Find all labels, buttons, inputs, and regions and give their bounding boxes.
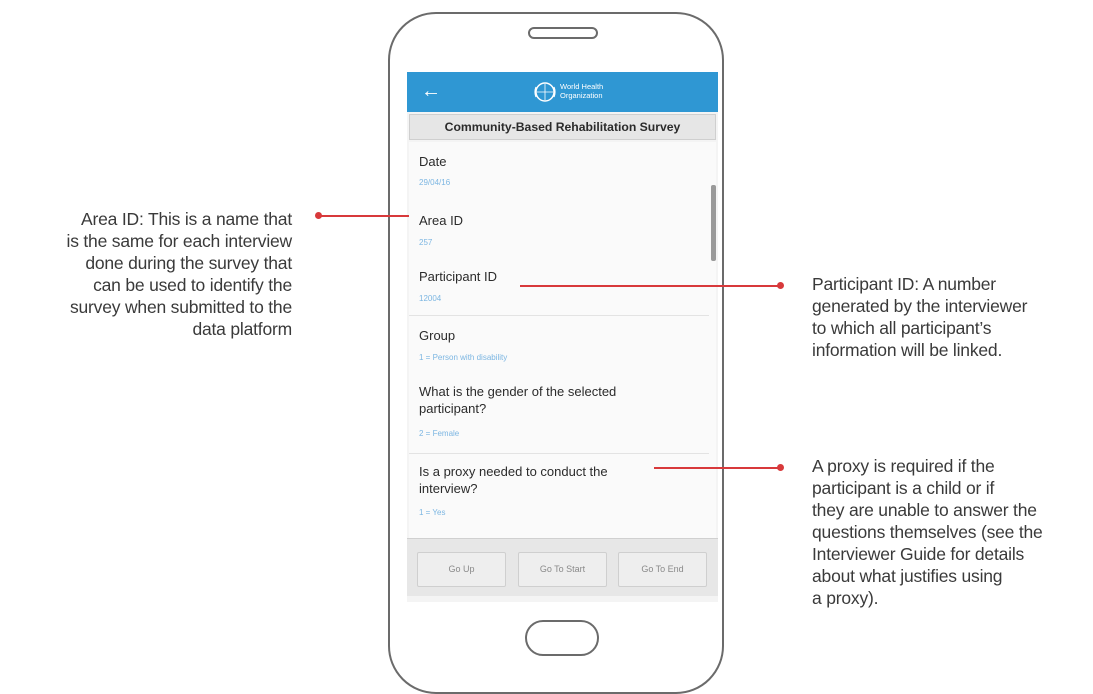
field-label: Date (419, 154, 447, 169)
go-up-button[interactable]: Go Up (417, 552, 506, 587)
field-label: participant? (419, 401, 487, 416)
field-value: 1 = Yes (419, 508, 446, 517)
participant-id-callout: Participant ID: A number generated by th… (812, 273, 1082, 361)
phone-speaker (528, 27, 598, 39)
callout-line: to which all participant’s (812, 318, 992, 338)
callout-connector (319, 215, 409, 217)
go-to-start-button[interactable]: Go To Start (518, 552, 607, 587)
callout-line: information will be linked. (812, 340, 1003, 360)
field-value: 29/04/16 (419, 178, 451, 187)
callout-line: can be used to identify the (93, 275, 292, 295)
field-label: interview? (419, 481, 478, 496)
field-gender[interactable]: What is the gender of the selected parti… (409, 370, 709, 446)
field-value: 1 = Person with disability (419, 353, 508, 362)
field-area-id[interactable]: Area ID 257 (409, 195, 709, 251)
field-group[interactable]: Group 1 = Person with disability (409, 316, 709, 370)
callout-dot (777, 464, 784, 471)
who-logo-icon (534, 82, 556, 102)
callout-connector (654, 467, 780, 469)
field-label: Is a proxy needed to conduct the (419, 464, 608, 479)
app-screen: ← World Health Organization Community-Ba… (407, 72, 718, 602)
area-id-callout: Area ID: This is a name that is the same… (0, 208, 293, 340)
field-proxy[interactable]: Is a proxy needed to conduct the intervi… (409, 454, 709, 530)
scrollbar[interactable] (711, 185, 716, 261)
app-bar: ← World Health Organization (407, 72, 718, 112)
callout-line: a proxy). (812, 588, 879, 608)
logo-line: World Health (560, 82, 604, 91)
callout-connector (520, 285, 780, 287)
callout-line: Interviewer Guide for details (812, 544, 1025, 564)
callout-dot (777, 282, 784, 289)
callout-line: survey when submitted to the (69, 297, 292, 317)
navigation-bar: Go Up Go To Start Go To End (407, 538, 718, 596)
field-participant-id[interactable]: Participant ID 12004 (409, 251, 709, 310)
back-arrow-icon[interactable]: ← (421, 80, 441, 102)
home-button[interactable] (525, 620, 599, 656)
field-value: 12004 (419, 294, 442, 303)
survey-title: Community-Based Rehabilitation Survey (409, 114, 716, 140)
field-label: Participant ID (419, 269, 498, 284)
callout-line: they are unable to answer the (812, 500, 1037, 520)
survey-form[interactable]: Date 29/04/16 Area ID 257 Participant ID… (409, 142, 716, 538)
callout-line: about what justifies using (812, 566, 1003, 586)
callout-line: participant is a child or if (812, 478, 995, 498)
callout-line: A proxy is required if the (812, 456, 995, 476)
logo-line: Organization (560, 91, 603, 100)
callout-line: questions themselves (see the (812, 522, 1043, 542)
proxy-callout: A proxy is required if the participant i… (812, 455, 1082, 609)
field-value: 257 (419, 238, 433, 247)
field-label: What is the gender of the selected (419, 384, 617, 399)
field-label: Area ID (419, 213, 464, 228)
field-label: Group (419, 328, 456, 343)
callout-line: Area ID: This is a name that (81, 209, 292, 229)
callout-line: Participant ID: A number (812, 274, 996, 294)
callout-line: generated by the interviewer (812, 296, 1028, 316)
field-value: 2 = Female (419, 429, 460, 438)
who-logo-text: World Health Organization (560, 82, 603, 100)
callout-line: data platform (192, 319, 292, 339)
callout-line: done during the survey that (85, 253, 292, 273)
go-to-end-button[interactable]: Go To End (618, 552, 707, 587)
field-date[interactable]: Date 29/04/16 (409, 142, 709, 195)
callout-line: is the same for each interview (66, 231, 293, 251)
